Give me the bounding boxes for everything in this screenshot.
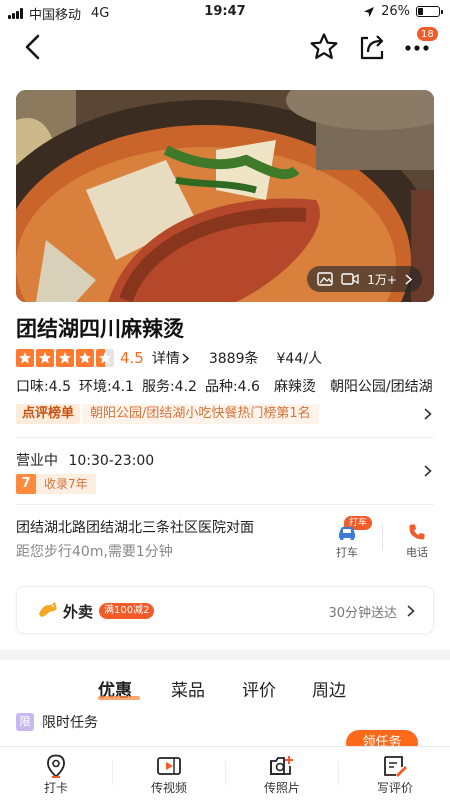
metric-variety: 品种:4.6 <box>204 379 260 395</box>
shop-name: 团结湖四川麻辣烫 <box>16 317 184 341</box>
rating-star <box>36 349 54 367</box>
category-tag: 麻辣烫 <box>273 379 316 395</box>
taxi-button[interactable]: 打车 <box>322 522 372 559</box>
delivery-promo: 满100减2 <box>99 603 155 619</box>
photo-count-chip[interactable]: 1万+ <box>307 266 422 292</box>
metric-taste: 口味:4.5 <box>16 379 71 395</box>
rating-star <box>96 349 114 367</box>
upload-video-button[interactable]: 传视频 <box>113 753 225 796</box>
write-review-button[interactable]: 写评价 <box>339 753 450 796</box>
business-hours[interactable]: 营业中 10:30-23:00 <box>16 450 154 470</box>
checkin-button[interactable]: 打卡 <box>0 753 112 796</box>
photo-count: 1万+ <box>367 272 397 287</box>
video-icon <box>341 273 359 285</box>
chevron-right-icon <box>407 605 415 617</box>
upload-photo-button[interactable]: 传照片 <box>226 753 338 796</box>
chevron-right-icon <box>182 352 189 364</box>
detail-link[interactable]: 详情 <box>152 348 189 368</box>
rating-star <box>56 349 74 367</box>
delivery-card[interactable]: 外卖 满100减2 30分钟送达 <box>16 586 434 634</box>
delivery-kangaroo-icon <box>39 602 57 617</box>
score-metrics: 口味:4.5 环境:4.1 服务:4.2 品种:4.6 麻辣烫 朝阳公园/团结湖 <box>16 376 433 396</box>
rating-star <box>76 349 94 367</box>
upload-video-label: 传视频 <box>150 781 187 795</box>
image-icon <box>317 272 333 286</box>
rating-score: 4.5 <box>120 349 144 367</box>
chevron-right-icon <box>405 273 412 285</box>
task-icon: 限 <box>16 713 34 731</box>
rating-star <box>16 349 34 367</box>
taxi-label: 打车 <box>336 546 358 559</box>
walking-distance: 距您步行40m,需要1分钟 <box>16 544 173 560</box>
notification-badge: 18 <box>416 26 439 42</box>
section-separator <box>0 650 450 660</box>
delivery-eta: 30分钟送达 <box>328 606 397 621</box>
location-pin-icon <box>47 754 65 778</box>
limited-task-row: 限 限时任务 <box>16 712 98 732</box>
open-status: 营业中 <box>16 453 58 469</box>
section-tabs: 优惠 菜品 评价 周边 <box>0 676 450 706</box>
active-tab-indicator <box>98 696 140 700</box>
nav-bar <box>0 24 450 70</box>
divider <box>16 437 434 438</box>
back-arrow-icon[interactable] <box>18 32 48 62</box>
open-time: 10:30-23:00 <box>68 453 155 469</box>
detail-label: 详情 <box>151 351 180 367</box>
favorite-star-icon[interactable] <box>308 31 340 63</box>
metric-service: 服务:4.2 <box>141 379 197 395</box>
battery-percent: 26% <box>381 4 410 19</box>
phone-button[interactable]: 电话 <box>392 522 442 559</box>
listed-years: 7 收录7年 <box>16 474 96 494</box>
star-rating <box>16 349 114 367</box>
task-title: 限时任务 <box>42 715 98 731</box>
status-bar: 中国移动 4G 19:47 26% <box>0 0 450 24</box>
share-icon[interactable] <box>356 31 388 63</box>
hero-photo[interactable]: 1万+ <box>16 90 434 302</box>
chevron-right-icon <box>424 408 432 420</box>
price-per-person: ¥44/人 <box>276 351 322 367</box>
tab-reviews[interactable]: 评价 <box>242 676 276 701</box>
ranking-row[interactable]: 点评榜单 朝阳公园/团结湖小吃快餐热门榜第1名 <box>16 403 436 425</box>
area-tag: 朝阳公园/团结湖 <box>329 379 433 395</box>
upload-photo-label: 传照片 <box>263 781 300 795</box>
video-upload-icon <box>157 757 181 775</box>
write-review-label: 写评价 <box>376 781 413 795</box>
metric-environment: 环境:4.1 <box>78 379 134 395</box>
delivery-title: 外卖 <box>63 603 94 621</box>
divider <box>382 524 383 550</box>
ranking-tag: 点评榜单 <box>16 404 81 424</box>
location-arrow-icon <box>364 6 375 17</box>
tab-nearby[interactable]: 周边 <box>312 676 346 701</box>
write-review-icon <box>384 756 407 777</box>
ranking-text: 朝阳公园/团结湖小吃快餐热门榜第1名 <box>82 404 319 424</box>
years-text: 收录7年 <box>36 474 96 494</box>
car-icon <box>339 527 355 540</box>
years-number: 7 <box>16 474 36 494</box>
bottom-action-bar: 打卡 传视频 传照片 写评价 <box>0 746 450 800</box>
phone-icon <box>409 524 425 540</box>
tab-dishes[interactable]: 菜品 <box>171 676 205 701</box>
chevron-right-icon[interactable] <box>424 465 432 477</box>
checkin-label: 打卡 <box>43 781 68 795</box>
phone-label: 电话 <box>406 546 428 559</box>
rating-row: 4.5 详情 3889条 ¥44/人 <box>16 348 322 368</box>
camera-plus-icon <box>270 756 293 775</box>
review-count: 3889条 <box>208 351 259 367</box>
address-text[interactable]: 团结湖北路团结湖北三条社区医院对面 <box>16 517 254 537</box>
divider <box>16 504 434 505</box>
battery-icon <box>416 6 443 17</box>
